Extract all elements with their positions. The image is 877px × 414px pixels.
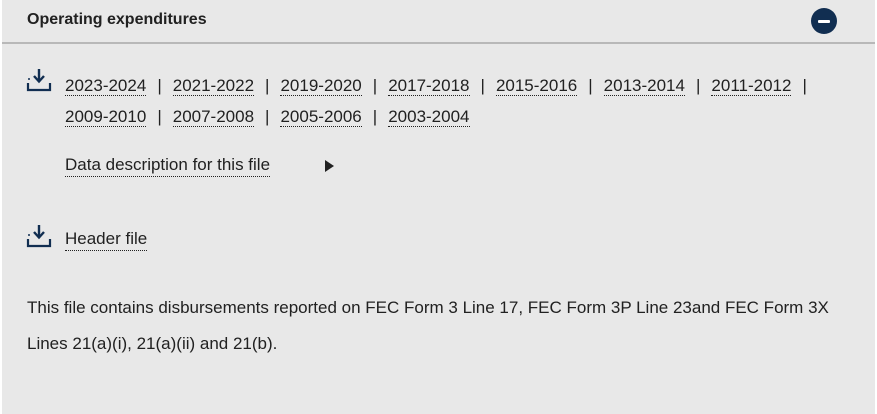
header-file-link[interactable]: Header file: [65, 229, 148, 251]
year-link-2013-2014[interactable]: 2013-2014: [603, 76, 685, 96]
separator: |: [157, 107, 162, 126]
year-link-2009-2010[interactable]: 2009-2010: [65, 107, 147, 127]
separator: |: [372, 76, 378, 95]
separator: |: [588, 76, 593, 95]
separator: |: [265, 76, 270, 95]
operating-expenditures-panel: Operating expenditures 2023-2024 | 2021-20…: [2, 0, 875, 414]
separator: |: [695, 76, 701, 95]
separator: |: [372, 107, 378, 126]
year-link-2011-2012[interactable]: 2011-2012: [711, 76, 792, 96]
minus-circle-icon[interactable]: [811, 8, 837, 34]
separator: |: [480, 76, 485, 95]
separator: |: [157, 76, 162, 95]
year-link-2021-2022[interactable]: 2021-2022: [172, 76, 255, 96]
year-link-2015-2016[interactable]: 2015-2016: [495, 76, 578, 96]
triangle-right-icon[interactable]: [325, 160, 334, 172]
year-link-2007-2008[interactable]: 2007-2008: [172, 107, 255, 127]
year-download-links: 2023-2024 | 2021-2022 | 2019-2020 | 2017-2018 |…: [65, 70, 855, 132]
download-icon: [26, 225, 52, 248]
accordion-header[interactable]: Operating expenditures: [2, 0, 875, 44]
separator: |: [802, 76, 807, 95]
year-link-2017-2018[interactable]: 2017-2018: [388, 76, 470, 96]
year-link-2019-2020[interactable]: 2019-2020: [280, 76, 362, 96]
year-link-2023-2024[interactable]: 2023-2024: [65, 76, 147, 96]
download-icon: [26, 69, 52, 92]
year-link-2003-2004[interactable]: 2003-2004: [388, 107, 470, 127]
separator: |: [265, 107, 270, 126]
file-description: This file contains disbursements reporte…: [27, 298, 829, 353]
data-description-toggle[interactable]: Data description for this file: [65, 155, 271, 177]
year-link-2005-2006[interactable]: 2005-2006: [280, 107, 362, 127]
section-title: Operating expenditures: [27, 11, 207, 28]
